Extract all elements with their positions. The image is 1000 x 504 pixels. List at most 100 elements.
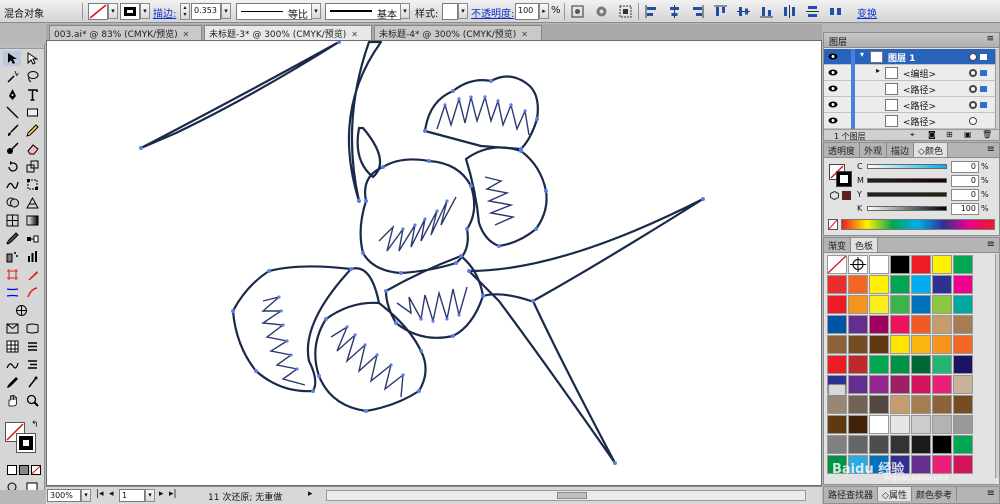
swatch-registration[interactable]: [848, 255, 868, 274]
opacity-label[interactable]: 不透明度:: [471, 5, 514, 20]
variable-width-profile[interactable]: 等比: [236, 3, 312, 21]
align-left-icon[interactable]: [644, 5, 658, 18]
artboard-tool-icon[interactable]: [3, 267, 21, 282]
scale-tool-icon[interactable]: [23, 159, 41, 174]
swatch-color[interactable]: [932, 315, 952, 334]
swatch-none[interactable]: [827, 255, 847, 274]
tab-gradient[interactable]: 渐变: [824, 238, 852, 252]
none-mode-icon[interactable]: [27, 462, 44, 477]
type-tool-icon[interactable]: [23, 87, 41, 102]
recolor-artwork-icon[interactable]: [570, 5, 584, 18]
brush-definition[interactable]: 基本: [325, 3, 401, 21]
graphic-style-dropdown[interactable]: ▾: [458, 3, 468, 19]
cube-icon[interactable]: [830, 190, 839, 201]
new-layer-icon[interactable]: ▣: [964, 130, 972, 139]
slider-magenta[interactable]: [867, 178, 947, 183]
channel-value-k[interactable]: 100: [951, 203, 979, 215]
swatch-color[interactable]: [827, 335, 847, 354]
eraser-tool-icon[interactable]: [23, 141, 41, 156]
swatch-green[interactable]: [953, 255, 973, 274]
warp-tool-icon[interactable]: [3, 177, 21, 192]
document-tab[interactable]: 未标题-3* @ 300% (CMYK/预览) ✕: [204, 25, 372, 40]
blend-tool-icon[interactable]: [23, 231, 41, 246]
tab-appearance[interactable]: 外观: [860, 143, 888, 157]
swatch-color[interactable]: [890, 295, 910, 314]
locate-object-icon[interactable]: ⌖: [910, 130, 915, 140]
hand-tool-icon[interactable]: [12, 303, 30, 318]
symbol-sprayer-tool-icon[interactable]: [3, 249, 21, 264]
layer-row-path[interactable]: <路径>: [824, 113, 995, 129]
swatch-color[interactable]: [848, 275, 868, 294]
new-sublayer-icon[interactable]: ⊞: [946, 130, 953, 139]
swatch-color[interactable]: [911, 375, 931, 394]
channel-value-y[interactable]: 0: [951, 189, 979, 201]
swatch-color[interactable]: [848, 455, 868, 474]
hand-pan-tool-icon[interactable]: [3, 393, 21, 408]
swatch-color[interactable]: [869, 315, 889, 334]
swatch-color[interactable]: [848, 355, 868, 374]
first-artboard-icon[interactable]: |◂: [96, 489, 104, 499]
swatch-color[interactable]: [869, 395, 889, 414]
panel-menu-icon[interactable]: ≡: [986, 34, 994, 44]
recolor-wheel-icon[interactable]: [594, 5, 608, 18]
mesh-tool-icon[interactable]: [3, 213, 21, 228]
swatch-color[interactable]: [827, 435, 847, 454]
opacity-input[interactable]: 100: [515, 3, 539, 20]
target-circle-icon[interactable]: [969, 85, 977, 93]
slider-yellow[interactable]: [867, 192, 947, 197]
tab-swatches[interactable]: 色板: [851, 238, 879, 252]
swatch-color[interactable]: [953, 415, 973, 434]
panel-menu-icon[interactable]: ≡: [987, 144, 995, 155]
distribute-spacing-icon[interactable]: [828, 5, 842, 18]
eyedropper-measure-icon[interactable]: [3, 375, 21, 390]
expand-arrow-icon[interactable]: ▸: [876, 66, 880, 75]
swatch-color[interactable]: [890, 375, 910, 394]
swatch-color[interactable]: [932, 335, 952, 354]
artboard-dropdown[interactable]: ▾: [145, 489, 155, 502]
lasso-tool-icon[interactable]: [23, 69, 41, 84]
selection-square-icon[interactable]: [980, 70, 987, 76]
swatch-color[interactable]: [932, 355, 952, 374]
align-options-icon[interactable]: [618, 5, 632, 18]
swatch-color[interactable]: [911, 315, 931, 334]
selection-square-icon[interactable]: [980, 54, 987, 60]
swatch-color[interactable]: [869, 435, 889, 454]
swatches-scrollbar[interactable]: [995, 254, 999, 478]
column-graph-tool-icon[interactable]: [23, 249, 41, 264]
profile-dropdown[interactable]: ▾: [311, 3, 321, 19]
channel-value-c[interactable]: 0: [951, 161, 979, 173]
stroke-indicator[interactable]: [16, 433, 36, 453]
stroke-weight-stepper[interactable]: ▴ ▾: [180, 3, 190, 20]
artboard-canvas[interactable]: [46, 40, 822, 486]
eraser-path-tool-icon[interactable]: [23, 285, 41, 300]
swatch-red[interactable]: [911, 255, 931, 274]
blob-brush-tool-icon[interactable]: [3, 141, 21, 156]
tab-transparency[interactable]: 透明度: [824, 143, 861, 157]
status-menu-icon[interactable]: ▸: [308, 489, 313, 499]
layer-row-group[interactable]: ▸ <编组>: [824, 65, 995, 81]
swatch-color[interactable]: [890, 395, 910, 414]
swatch-color[interactable]: [953, 375, 973, 394]
slice-select-tool-icon[interactable]: [3, 321, 21, 336]
swatch-folder-icon[interactable]: [828, 384, 846, 396]
artboard-number[interactable]: 1: [119, 489, 145, 502]
horizontal-scrollbar[interactable]: [326, 490, 806, 501]
swatch-color[interactable]: [848, 295, 868, 314]
align-middle-icon[interactable]: [736, 5, 750, 18]
tab-stroke[interactable]: 描边: [887, 143, 915, 157]
shape-builder-tool-icon[interactable]: [3, 195, 21, 210]
layer-row-layer1[interactable]: ▾ 图层 1: [824, 49, 995, 65]
screen-mode-icon[interactable]: [23, 479, 41, 490]
swatch-color[interactable]: [911, 335, 931, 354]
graphic-style-swatch[interactable]: [442, 3, 458, 20]
swatch-color[interactable]: [911, 295, 931, 314]
align-bottom-icon[interactable]: [759, 5, 773, 18]
pen-tool-icon[interactable]: [3, 87, 21, 102]
last-color-swatch[interactable]: [842, 191, 851, 200]
zoom-tool-icon[interactable]: [23, 393, 41, 408]
measure-tool-icon[interactable]: [23, 375, 41, 390]
swatch-color[interactable]: [827, 355, 847, 374]
swatch-color[interactable]: [827, 455, 847, 474]
color-stroke-indicator[interactable]: [836, 171, 852, 187]
flower-line-art[interactable]: [47, 41, 822, 486]
